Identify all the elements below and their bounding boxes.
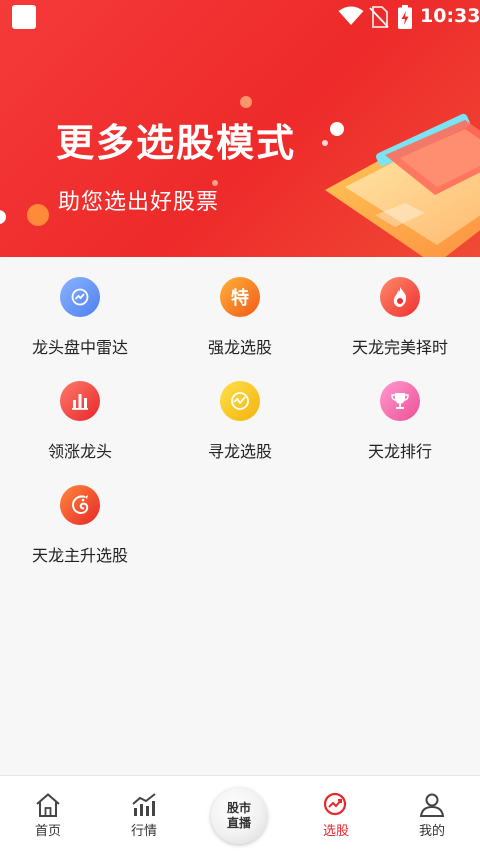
- radar-icon: [60, 277, 100, 317]
- tool-label: 强龙选股: [207, 338, 272, 357]
- tool-tile-main-rise[interactable]: 天龙主升选股: [0, 465, 160, 569]
- wifi-icon: [338, 6, 364, 25]
- tool-label: 领涨龙头: [47, 442, 112, 461]
- stock-picker-icon: [323, 792, 347, 816]
- nav-stock-picker[interactable]: 选股: [288, 776, 384, 846]
- trend-search-icon: [220, 381, 260, 421]
- decor-dot: [0, 210, 6, 224]
- trophy-icon: [380, 381, 420, 421]
- live-line-2: 直播: [226, 816, 251, 830]
- nav-market-label: 行情: [130, 824, 157, 839]
- tool-label: 天龙排行: [367, 442, 432, 461]
- home-icon: [36, 793, 60, 817]
- live-stream-button[interactable]: 股市 直播: [211, 788, 267, 844]
- te-badge-text: 特: [231, 288, 249, 309]
- battery-charging-icon: [398, 5, 412, 29]
- banner-title: 更多选股模式: [56, 121, 297, 165]
- nav-mine[interactable]: 我的: [384, 776, 480, 846]
- nav-mine-label: 我的: [418, 824, 445, 839]
- tool-label: 寻龙选股: [207, 442, 272, 461]
- status-bar: 10:33: [0, 0, 480, 34]
- tool-label: 天龙完美择时: [351, 338, 448, 357]
- tool-label: 天龙主升选股: [31, 546, 128, 565]
- tool-tile-ranking[interactable]: 天龙排行: [320, 361, 480, 465]
- notification-icon: [12, 5, 36, 29]
- te-badge-icon: 特: [220, 277, 260, 317]
- nav-stock-picker-label: 选股: [322, 824, 349, 839]
- nav-home-label: 首页: [34, 824, 61, 839]
- decor-dot: [27, 204, 49, 226]
- bottom-nav: 首页 行情 股市 直播 选股 我的: [0, 775, 480, 853]
- clock: 10:33: [420, 5, 480, 27]
- market-chart-icon: [132, 793, 156, 816]
- flame-icon: [380, 277, 420, 317]
- tool-tile-seek-dragon[interactable]: 寻龙选股: [160, 361, 320, 465]
- user-icon: [419, 793, 445, 817]
- tool-label: 龙头盘中雷达: [31, 338, 128, 357]
- nav-home[interactable]: 首页: [0, 776, 96, 846]
- tool-tile-leading-dragon[interactable]: 领涨龙头: [0, 361, 160, 465]
- nav-market[interactable]: 行情: [96, 776, 192, 846]
- no-sim-icon: [369, 6, 389, 28]
- tool-tile-strong-dragon[interactable]: 特 强龙选股: [160, 257, 320, 361]
- live-line-1: 股市: [226, 801, 251, 815]
- tool-tile-radar[interactable]: 龙头盘中雷达: [0, 257, 160, 361]
- dragon-icon: [60, 485, 100, 525]
- tool-tile-perfect-timing[interactable]: 天龙完美择时: [320, 257, 480, 361]
- decor-dot: [240, 96, 252, 108]
- phone-illustration: [325, 113, 480, 257]
- promo-banner[interactable]: 10:33 更多选股模式 助您选出好股票: [0, 0, 480, 257]
- bar-chart-icon: [60, 381, 100, 421]
- banner-subtitle: 助您选出好股票: [58, 190, 220, 215]
- stock-picker-grid: 龙头盘中雷达 特 强龙选股 天龙完美择时 领涨龙头 寻龙选股 天龙排行 天龙主升…: [0, 257, 480, 775]
